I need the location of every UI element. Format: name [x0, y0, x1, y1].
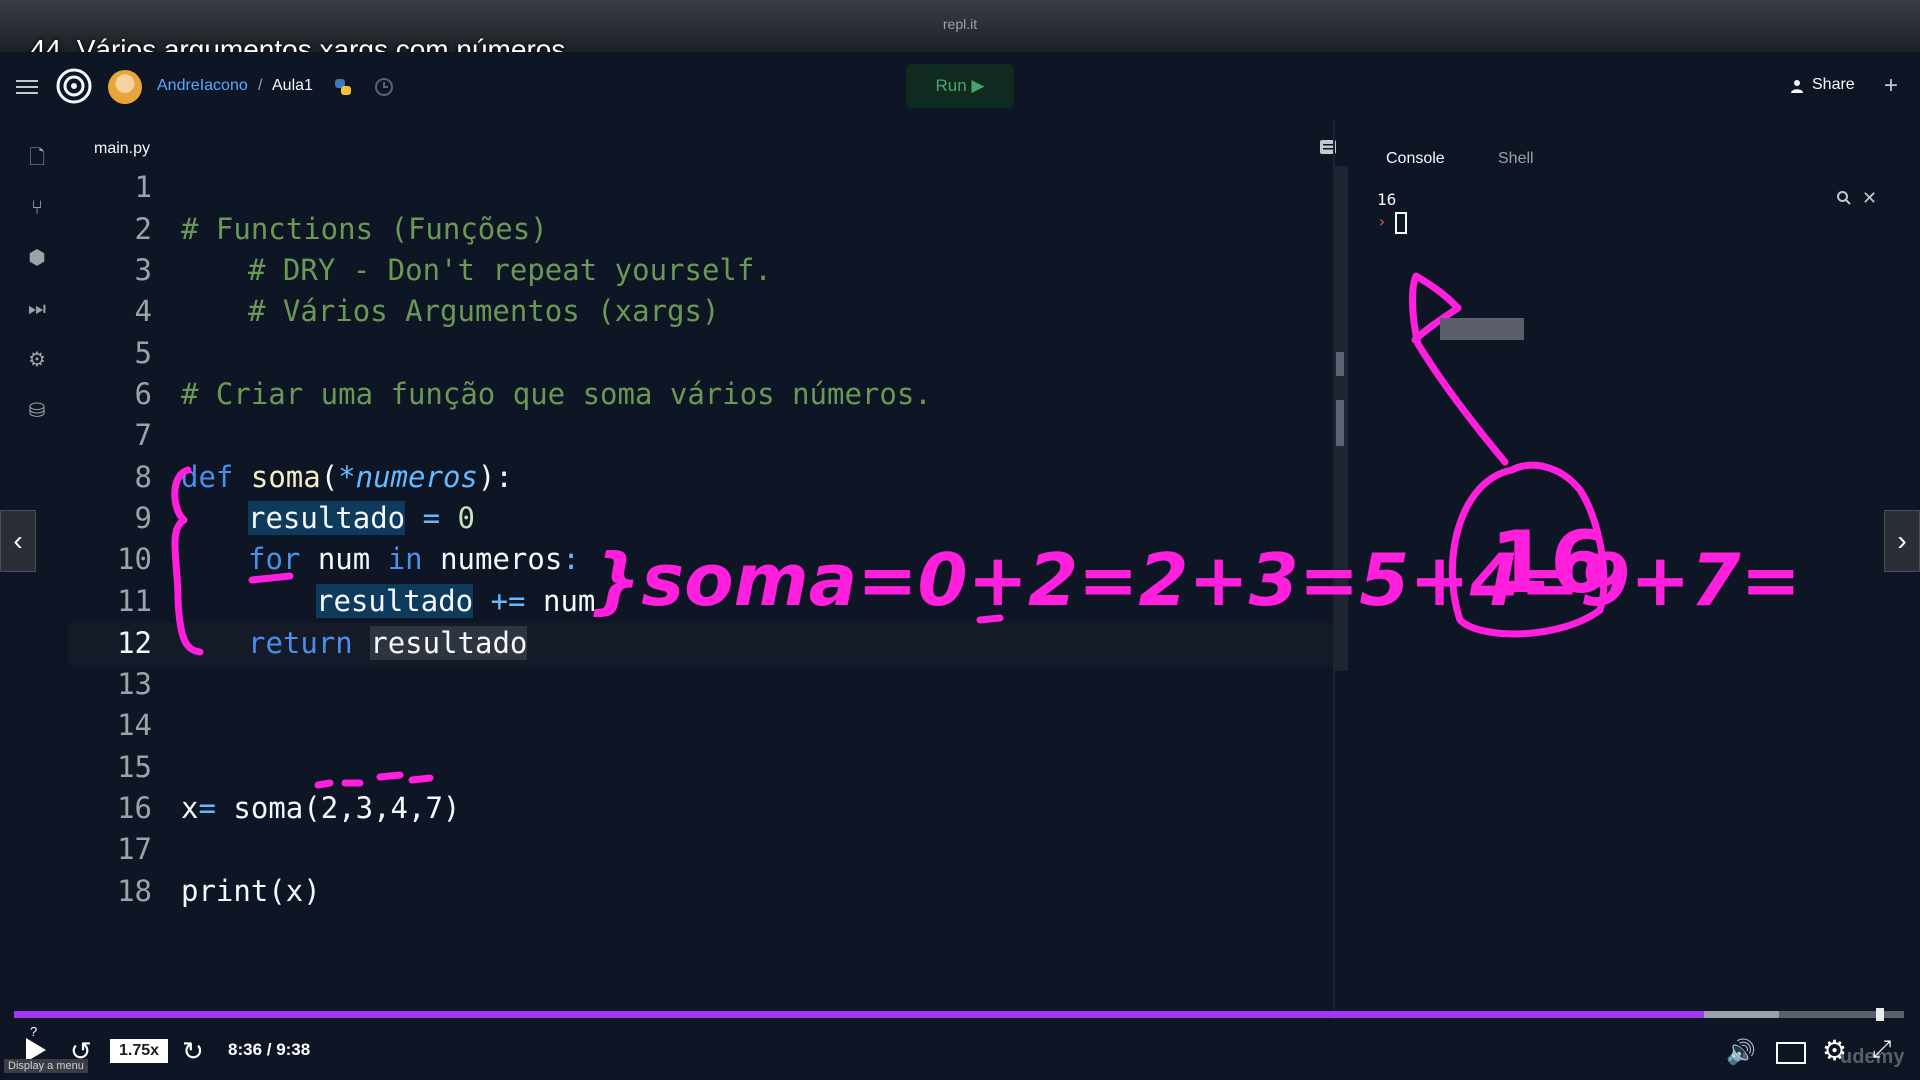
fullscreen-icon[interactable]: ⤢: [1872, 1036, 1891, 1064]
time-readout: 8:36 / 9:38: [228, 1040, 311, 1059]
arrow-stroke: [1409, 272, 1509, 466]
progress-handle[interactable]: [1876, 1008, 1884, 1021]
playback-speed-button[interactable]: 1.75x: [110, 1039, 168, 1063]
display-menu-tooltip: Display a menu: [4, 1059, 88, 1073]
annotation-result: 16: [1490, 513, 1610, 613]
handwritten-annotation: }soma=0+2=2+3=5+4=9+7= 16: [171, 272, 1801, 789]
volume-icon[interactable]: 🔊: [1726, 1038, 1756, 1067]
dash-underline-stroke: [314, 771, 434, 789]
settings-gear-icon[interactable]: ⚙: [1822, 1034, 1847, 1067]
progress-played: [14, 1011, 1704, 1018]
underline-stroke: [248, 572, 294, 584]
annotation-formula: }soma=0+2=2+3=5+4=9+7=: [590, 538, 1801, 622]
captions-icon[interactable]: [1776, 1042, 1806, 1064]
help-icon[interactable]: ?: [30, 1024, 37, 1039]
brace-stroke: [171, 466, 204, 656]
redaction-bar: [1440, 318, 1524, 340]
forward-icon[interactable]: ↻: [182, 1036, 204, 1067]
